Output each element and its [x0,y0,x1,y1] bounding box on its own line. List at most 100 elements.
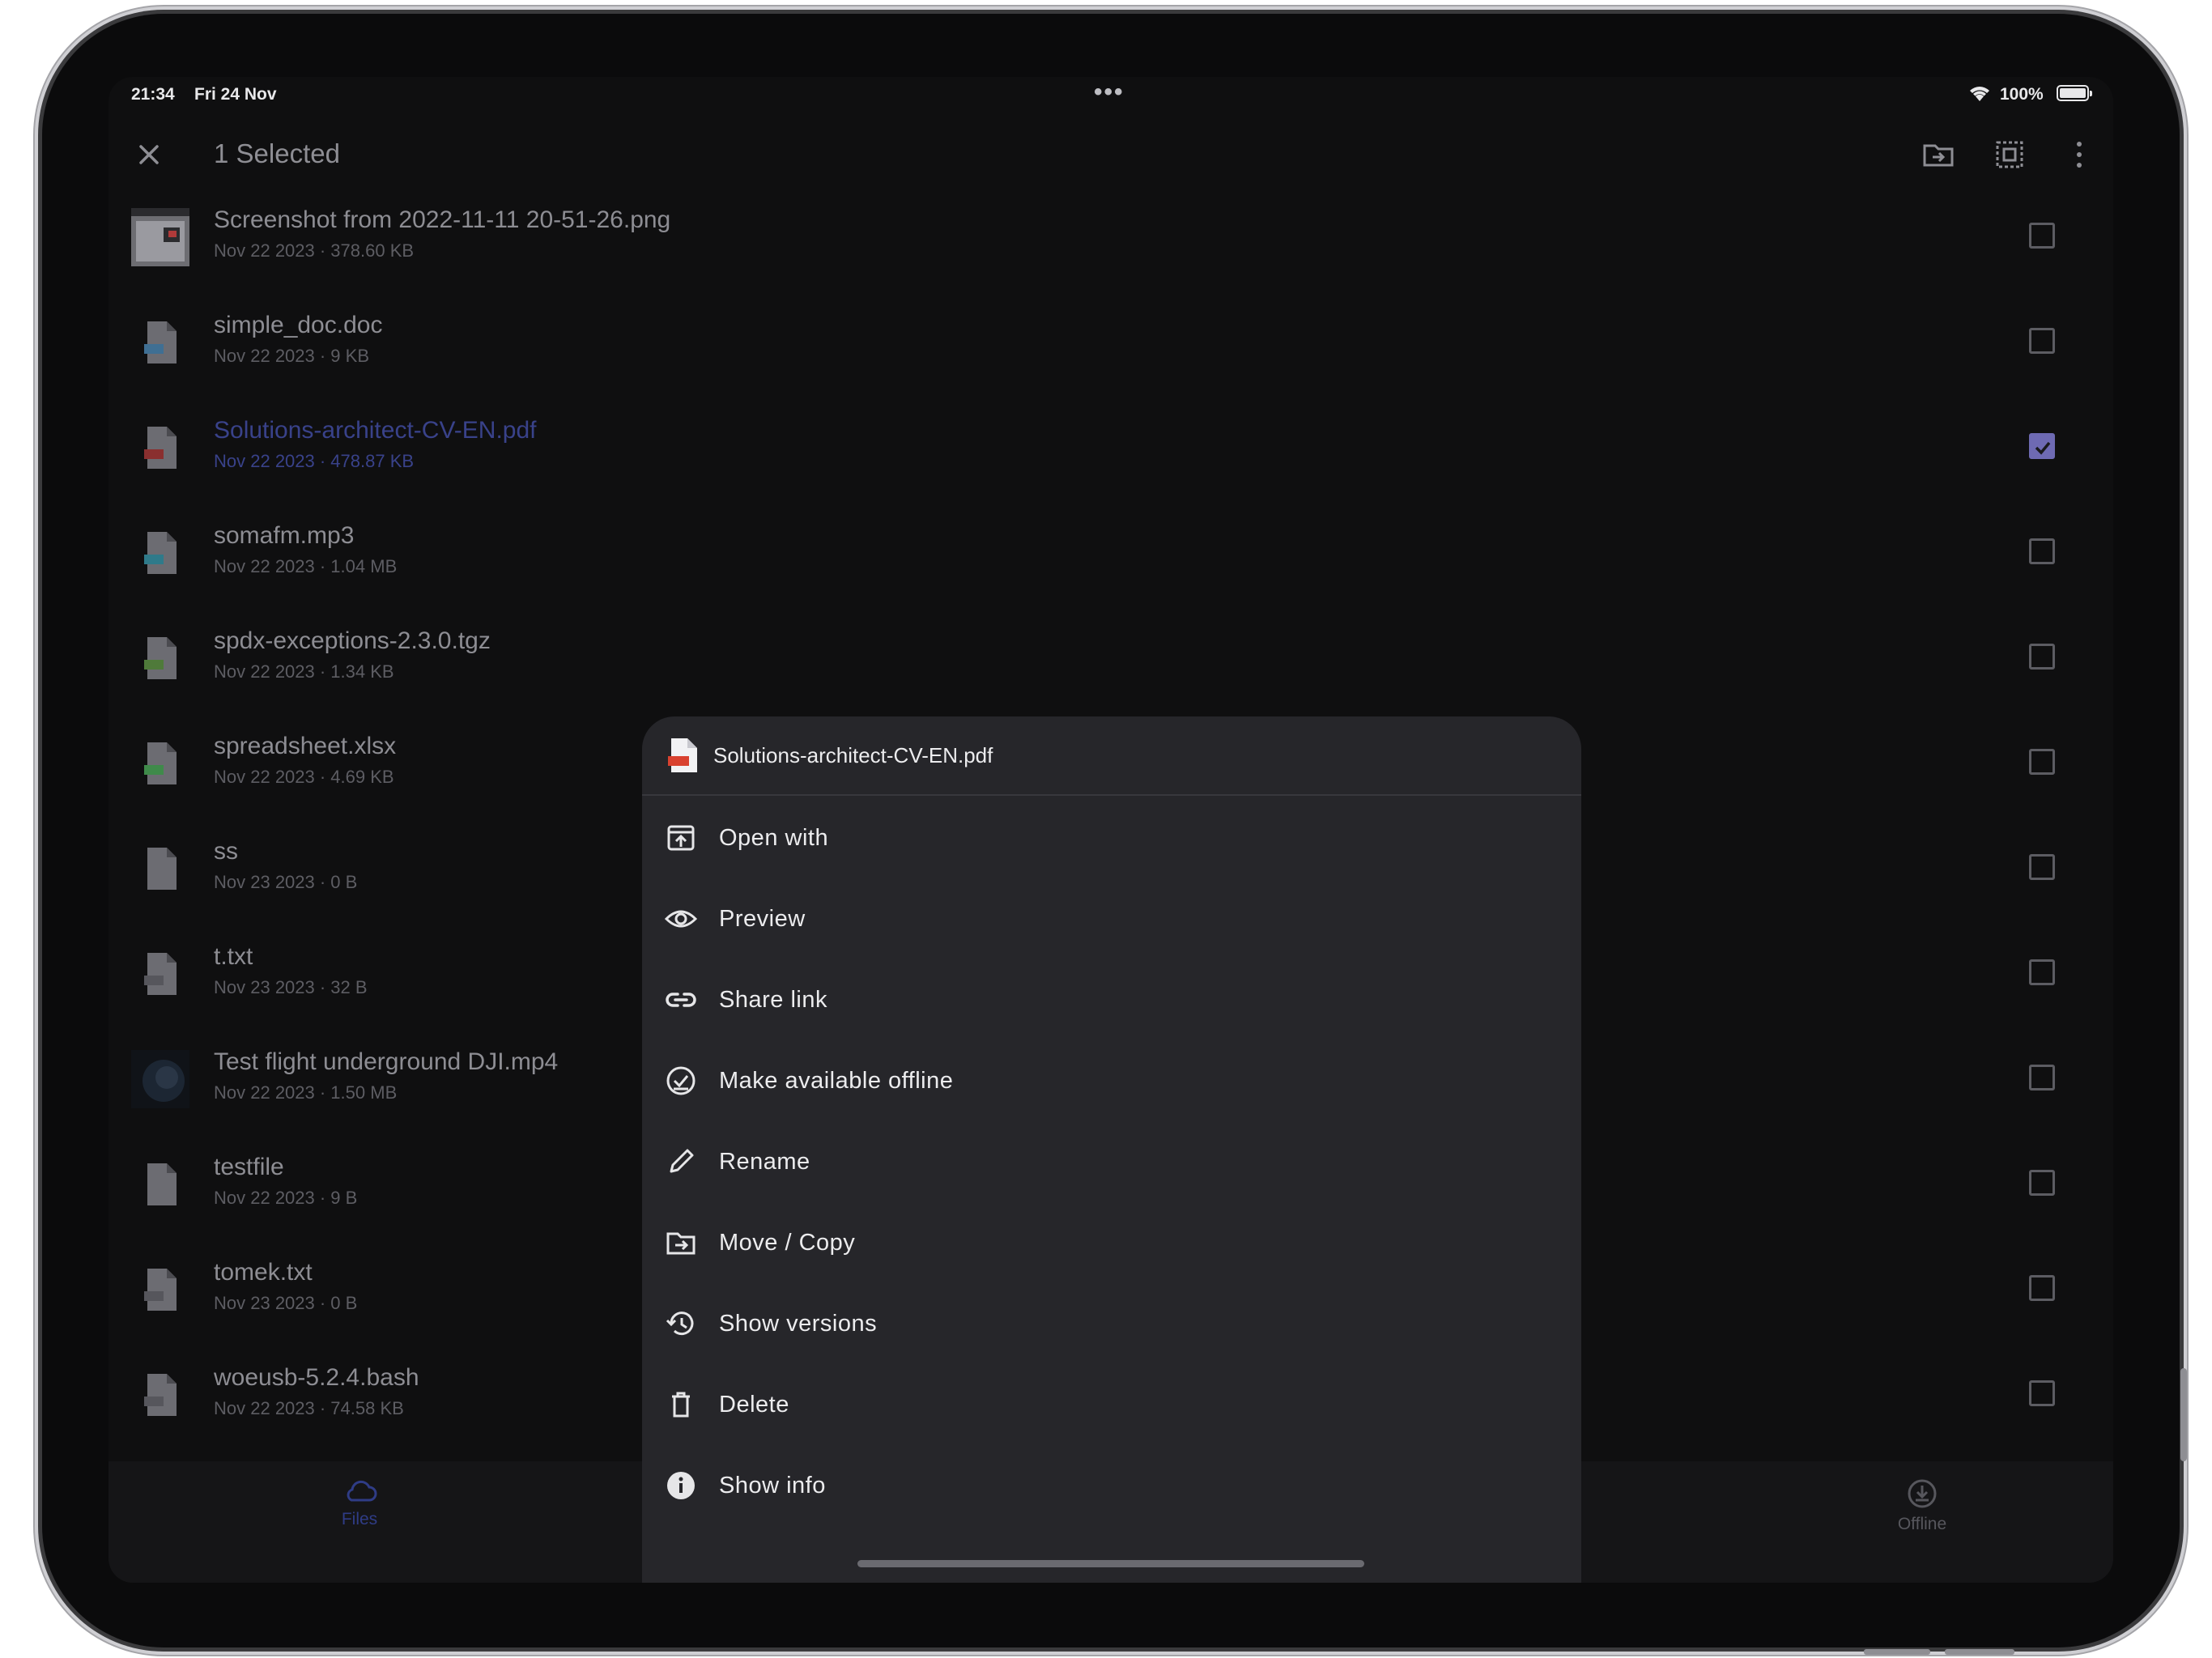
file-meta: Nov 23 2023 · 32 B [214,977,368,997]
battery-percent: 100% [2000,85,2044,104]
file-row[interactable]: somafm.mp3 Nov 22 2023 · 1.04 MB [108,511,2113,616]
file-row[interactable]: simple_doc.doc Nov 22 2023 · 9 KB [108,300,2113,406]
tab-offline-label: Offline [1897,1515,1947,1533]
sheet-file-name: Solutions-architect-CV-EN.pdf [713,743,993,767]
select-checkbox[interactable] [2029,223,2055,249]
select-checkbox[interactable] [2029,1275,2055,1301]
info-icon [667,1472,695,1499]
side-button [2180,1368,2187,1461]
file-name: Solutions-architect-CV-EN.pdf [214,417,537,444]
more-vertical-icon[interactable] [2061,137,2097,172]
eye-icon [665,910,697,928]
cloud-icon [347,1480,377,1502]
file-name: t.txt [214,943,253,970]
move-to-folder-icon[interactable] [1921,137,1956,172]
menu-label: Make available offline [719,1068,954,1094]
file-name: Screenshot from 2022-11-11 20-51-26.png [214,206,671,233]
volume-down-button [1945,1649,2014,1655]
close-icon[interactable] [133,138,165,171]
home-indicator[interactable] [857,1560,1364,1567]
screen: 21:34 Fri 24 Nov ••• 100% 1 Selected Scr… [108,77,2113,1583]
menu-delete[interactable]: Delete [642,1364,1581,1445]
file-row[interactable]: Screenshot from 2022-11-11 20-51-26.png … [108,195,2113,300]
menu-label: Share link [719,987,827,1013]
select-checkbox[interactable] [2029,959,2055,985]
selection-count-title: 1 Selected [214,138,340,168]
volume-up-button [1864,1649,1930,1655]
file-meta: Nov 22 2023 · 378.60 KB [214,240,415,261]
menu-label: Delete [719,1392,789,1418]
file-name: somafm.mp3 [214,522,355,549]
generic-file-icon [147,848,177,890]
menu-label: Show info [719,1473,826,1499]
status-bar: 21:34 Fri 24 Nov ••• 100% [108,77,2113,114]
file-meta: Nov 22 2023 · 1.34 KB [214,661,394,682]
trash-icon [672,1392,690,1418]
select-all-icon[interactable] [1992,137,2027,172]
file-name: spreadsheet.xlsx [214,733,397,759]
selection-app-bar: 1 Selected [108,114,2113,195]
select-checkbox[interactable] [2029,1065,2055,1090]
select-checkbox[interactable] [2029,644,2055,670]
file-name: woeusb-5.2.4.bash [214,1364,419,1391]
menu-show-info[interactable]: Show info [642,1445,1581,1526]
text-file-icon [144,1269,177,1311]
audio-file-icon [144,532,177,574]
select-checkbox[interactable] [2029,328,2055,354]
file-meta: Nov 22 2023 · 1.50 MB [214,1082,398,1103]
history-icon [666,1312,694,1336]
file-meta: Nov 22 2023 · 9 KB [214,346,370,366]
menu-move-copy[interactable]: Move / Copy [642,1202,1581,1283]
menu-rename[interactable]: Rename [642,1121,1581,1202]
multitasking-dots-icon[interactable]: ••• [1094,79,1125,106]
link-icon [666,993,696,1007]
select-checkbox[interactable] [2029,1170,2055,1196]
status-time: 21:34 [131,85,175,104]
tab-files[interactable]: Files [295,1477,424,1529]
file-meta: Nov 22 2023 · 1.04 MB [214,556,398,576]
select-checkbox[interactable] [2029,538,2055,564]
file-name: spdx-exceptions-2.3.0.tgz [214,627,491,654]
file-meta: Nov 22 2023 · 4.69 KB [214,767,394,787]
file-name: testfile [214,1154,284,1180]
file-name: Test flight underground DJI.mp4 [214,1048,559,1075]
select-checkbox[interactable] [2029,1380,2055,1406]
file-row[interactable]: spdx-exceptions-2.3.0.tgz Nov 22 2023 · … [108,616,2113,721]
checkmark-icon [2035,441,2051,455]
menu-make-available-offline[interactable]: Make available offline [642,1040,1581,1121]
menu-label: Rename [719,1149,810,1175]
image-thumbnail [131,208,189,266]
file-meta: Nov 22 2023 · 74.58 KB [214,1398,404,1418]
tab-offline[interactable]: Offline [1857,1477,1987,1534]
wifi-icon [1970,87,1989,101]
text-file-icon [144,1374,177,1416]
pdf-file-icon [144,427,177,469]
menu-share-link[interactable]: Share link [642,959,1581,1040]
file-name: tomek.txt [214,1259,313,1286]
file-meta: Nov 22 2023 · 478.87 KB [214,451,415,471]
file-meta: Nov 23 2023 · 0 B [214,1293,358,1313]
doc-file-icon [144,321,177,363]
archive-file-icon [144,637,177,679]
tab-files-label: Files [341,1510,378,1528]
menu-label: Move / Copy [719,1230,856,1256]
folder-move-icon [666,1232,696,1255]
file-meta: Nov 23 2023 · 0 B [214,872,358,892]
generic-file-icon [147,1163,177,1205]
file-row-selected[interactable]: Solutions-architect-CV-EN.pdf Nov 22 202… [108,406,2113,511]
menu-label: Show versions [719,1311,878,1337]
sheet-header: Solutions-architect-CV-EN.pdf [642,716,1581,796]
status-date: Fri 24 Nov [194,85,277,104]
select-checkbox[interactable] [2029,749,2055,775]
menu-show-versions[interactable]: Show versions [642,1283,1581,1364]
select-checkbox[interactable] [2029,854,2055,880]
file-name: ss [214,838,238,865]
menu-open-with[interactable]: Open with [642,797,1581,878]
menu-preview[interactable]: Preview [642,878,1581,959]
battery-icon [2057,85,2092,101]
pdf-file-icon [668,738,697,772]
file-meta: Nov 22 2023 · 9 B [214,1188,358,1208]
select-checkbox-checked[interactable] [2029,433,2055,459]
spreadsheet-file-icon [144,742,177,784]
menu-label: Preview [719,906,806,932]
